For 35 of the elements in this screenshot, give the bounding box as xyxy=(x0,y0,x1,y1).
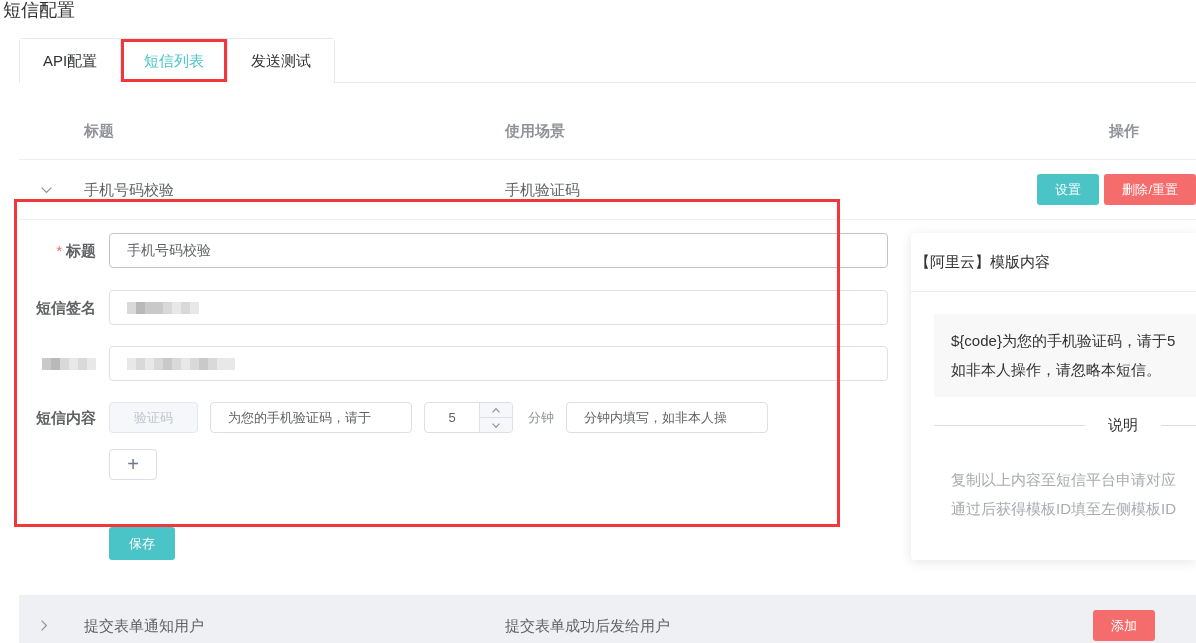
table-cell-text: 提交表单成功后发给用户 xyxy=(505,616,671,636)
column-header: 使用场景 xyxy=(505,122,566,141)
action-button[interactable]: 添加 xyxy=(1093,610,1155,641)
text-input[interactable]: 为您的手机验证码，请于 xyxy=(210,402,412,433)
template-text: 如非本人操作，请忽略本短信。 xyxy=(951,360,1162,380)
form-label: * 标题 xyxy=(56,241,96,261)
add-button[interactable]: + xyxy=(109,449,157,480)
chevron-down-icon xyxy=(492,422,500,428)
decrement-button[interactable] xyxy=(480,418,512,432)
card-title: 【阿里云】模版内容 xyxy=(915,252,1050,272)
table-cell-text: 手机验证码 xyxy=(505,180,581,200)
column-header: 操作 xyxy=(1108,122,1140,141)
chevron-up-icon xyxy=(492,407,500,413)
note-text: 复制以上内容至短信平台申请对应 xyxy=(951,470,1177,490)
column-header: 标题 xyxy=(84,122,115,141)
text-input[interactable] xyxy=(109,290,888,325)
number-input[interactable]: 5 xyxy=(424,402,513,433)
form-label: 短信签名 xyxy=(36,298,96,318)
divider-label: 说明 xyxy=(1107,415,1139,435)
table-cell-text: 手机号码校验 xyxy=(84,180,175,200)
tab[interactable]: API配置 xyxy=(20,39,121,83)
action-button[interactable]: 删除/重置 xyxy=(1104,174,1196,205)
note-text: 通过后获得模板ID填至左侧模板ID xyxy=(951,499,1177,519)
unit-label: 分钟 xyxy=(528,408,554,427)
table-cell-text: 提交表单通知用户 xyxy=(84,616,205,636)
template-text: ${code}为您的手机验证码，请于5 xyxy=(951,331,1177,351)
text-input[interactable]: 手机号码校验 xyxy=(109,233,888,268)
form-label: 短信内容 xyxy=(36,408,96,428)
page-title: 短信配置 xyxy=(2,0,76,22)
chevron-down-icon[interactable] xyxy=(41,186,52,193)
increment-button[interactable] xyxy=(480,403,512,418)
text-input[interactable]: 分钟内填写，如非本人操 xyxy=(566,402,768,433)
tab[interactable]: 发送测试 xyxy=(227,39,335,83)
text-input[interactable] xyxy=(109,346,888,381)
chevron-right-icon[interactable] xyxy=(41,620,47,631)
